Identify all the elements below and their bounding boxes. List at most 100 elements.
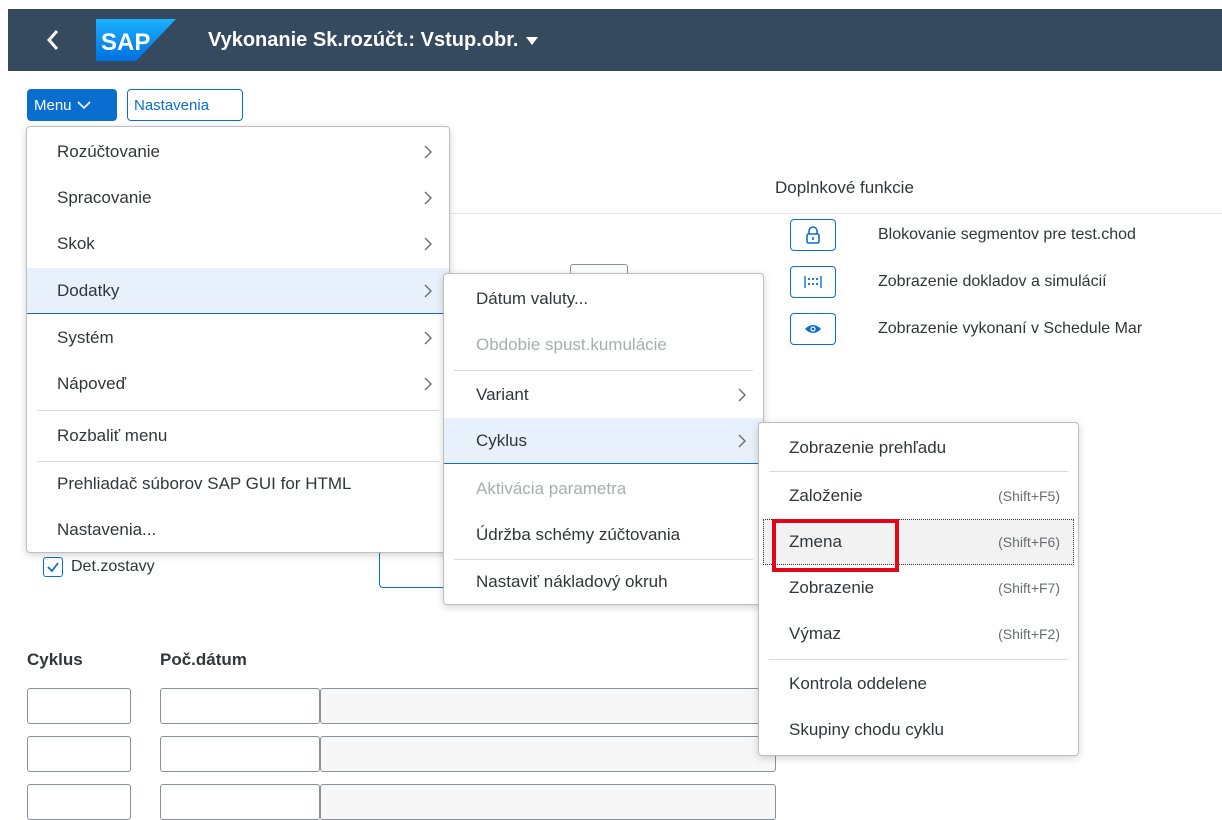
cycle-submenu: Zobrazenie prehľadu Založenie (Shift+F5)… <box>758 422 1079 756</box>
menu-button-label: Menu <box>34 96 72 114</box>
menu-item-label: Systém <box>57 328 114 347</box>
shortcut-label: (Shift+F7) <box>998 580 1060 596</box>
menu-item-delete[interactable]: Výmaz (Shift+F2) <box>759 611 1078 657</box>
input-field[interactable] <box>379 548 449 588</box>
menu-item-label: Skok <box>57 234 95 253</box>
column-header-cycle: Cyklus <box>27 650 83 669</box>
menu-item-value-date[interactable]: Dátum valuty... <box>444 276 763 322</box>
start-date-input[interactable] <box>160 784 320 820</box>
menu-item-create[interactable]: Založenie (Shift+F5) <box>759 473 1078 519</box>
schedule-view-button[interactable] <box>790 313 836 345</box>
menu-item-settings[interactable]: Nastavenia... <box>27 507 449 553</box>
menu-item-goto[interactable]: Skok <box>27 221 449 267</box>
document-grid-icon <box>804 276 822 288</box>
documents-button[interactable] <box>790 266 836 298</box>
menu-item-extras[interactable]: Dodatky <box>27 268 449 314</box>
menu-item-label: Zobrazenie <box>789 578 875 597</box>
chevron-right-icon <box>738 388 746 402</box>
chevron-right-icon <box>424 191 432 205</box>
function-label: Zobrazenie dokladov a simulácií <box>878 273 1107 290</box>
description-field <box>320 784 776 820</box>
column-header-start-date: Poč.dátum <box>160 650 247 669</box>
cycle-input[interactable] <box>27 688 131 724</box>
menu-item-label: Dátum valuty... <box>476 289 589 308</box>
chevron-down-icon <box>76 101 91 110</box>
chevron-right-icon <box>424 284 432 298</box>
app-title-text: Vykonanie Sk.rozúčt.: Vstup.obr. <box>208 28 519 51</box>
menu-item-label: Prehliadač súborov SAP GUI for HTML <box>57 474 352 493</box>
menu-item-label: Aktivácia parametra <box>476 479 627 498</box>
menu-item-label: Spracovanie <box>57 188 152 207</box>
menu-item-processing[interactable]: Spracovanie <box>27 175 449 221</box>
eye-icon <box>805 325 821 333</box>
chevron-right-icon <box>424 145 432 159</box>
checkbox-label: Det.zostavy <box>71 558 155 575</box>
menu-separator <box>37 410 439 411</box>
function-label: Blokovanie segmentov pre test.chod <box>878 226 1136 243</box>
menu-item-label: Obdobie spust.kumulácie <box>476 335 667 354</box>
menu-item-cycle-run-groups[interactable]: Skupiny chodu cyklu <box>759 707 1078 753</box>
menu-item-label: Dodatky <box>57 280 120 300</box>
function-row-schedule: Zobrazenie vykonaní v Schedule Mar <box>790 313 1142 345</box>
menu-item-help[interactable]: Nápoveď <box>27 361 449 407</box>
extras-submenu: Dátum valuty... Obdobie spust.kumulácie … <box>443 273 764 605</box>
shortcut-label: (Shift+F5) <box>998 488 1060 504</box>
settings-button[interactable]: Nastavenia <box>127 89 243 121</box>
menu-item-label: Nápoveď <box>57 374 127 393</box>
sap-logo[interactable]: SAP <box>96 19 176 61</box>
menu-item-label: Kontrola oddelene <box>789 674 928 693</box>
menu-item-controlling-area[interactable]: Nastaviť nákladový okruh <box>444 559 763 605</box>
menu-item-file-browser[interactable]: Prehliadač súborov SAP GUI for HTML <box>27 461 449 507</box>
cycle-input[interactable] <box>27 784 131 820</box>
checkbox[interactable] <box>43 557 63 577</box>
function-row-documents: Zobrazenie dokladov a simulácií <box>790 266 1107 298</box>
caret-down-icon <box>526 37 539 45</box>
svg-text:SAP: SAP <box>101 29 150 56</box>
menu-item-accounting-scheme[interactable]: Údržba schémy zúčtovania <box>444 512 763 558</box>
chevron-right-icon <box>424 237 432 251</box>
menu-item-label: Rozúčtovanie <box>57 142 161 161</box>
shortcut-label: (Shift+F2) <box>998 626 1060 642</box>
additional-functions-title: Doplnkové funkcie <box>775 178 914 197</box>
shell-bar: SAP Vykonanie Sk.rozúčt.: Vstup.obr. <box>8 9 1222 71</box>
function-label: Zobrazenie vykonaní v Schedule Mar <box>878 320 1143 337</box>
menu-item-label: Založenie <box>789 486 863 505</box>
menu-item-system[interactable]: Systém <box>27 315 449 361</box>
menu-item-check-separately[interactable]: Kontrola oddelene <box>759 661 1078 707</box>
detailed-report-checkbox-row[interactable]: Det.zostavy <box>43 557 155 577</box>
checkmark-icon <box>47 562 59 573</box>
cycle-input[interactable] <box>27 736 131 772</box>
menu-item-label: Variant <box>476 385 529 404</box>
chevron-left-icon <box>46 30 59 50</box>
menu-item-label: Skupiny chodu cyklu <box>789 720 944 739</box>
menu-item-cycle[interactable]: Cyklus <box>444 418 763 464</box>
lock-button[interactable] <box>790 219 836 251</box>
settings-button-label: Nastavenia <box>134 96 210 114</box>
description-field <box>320 688 776 724</box>
divider <box>440 213 1222 214</box>
menu-item-expand-menu[interactable]: Rozbaliť menu <box>27 413 449 459</box>
menu-separator <box>769 659 1068 660</box>
app-title[interactable]: Vykonanie Sk.rozúčt.: Vstup.obr. <box>208 28 539 52</box>
menu-item-allocation[interactable]: Rozúčtovanie <box>27 129 449 175</box>
menu-item-label: Nastaviť nákladový okruh <box>476 572 668 591</box>
menu-item-cumulation-period: Obdobie spust.kumulácie <box>444 322 763 368</box>
lock-icon <box>806 226 820 244</box>
chevron-right-icon <box>738 434 746 448</box>
menu-separator <box>769 471 1068 472</box>
function-row-lock: Blokovanie segmentov pre test.chod <box>790 219 1136 251</box>
menu-separator <box>454 370 753 371</box>
start-date-input[interactable] <box>160 736 320 772</box>
shortcut-label: (Shift+F6) <box>998 534 1060 550</box>
menu-item-label: Rozbaliť menu <box>57 426 168 445</box>
start-date-input[interactable] <box>160 688 320 724</box>
menu-item-label: Nastavenia... <box>57 520 157 539</box>
menu-button[interactable]: Menu <box>27 89 117 121</box>
menu-item-label: Cyklus <box>476 430 528 450</box>
menu-item-overview[interactable]: Zobrazenie prehľadu <box>759 425 1078 471</box>
back-button[interactable] <box>28 9 78 71</box>
description-field <box>320 736 776 772</box>
highlight-annotation <box>772 519 899 572</box>
menu-item-variant[interactable]: Variant <box>444 372 763 418</box>
chevron-right-icon <box>424 331 432 345</box>
